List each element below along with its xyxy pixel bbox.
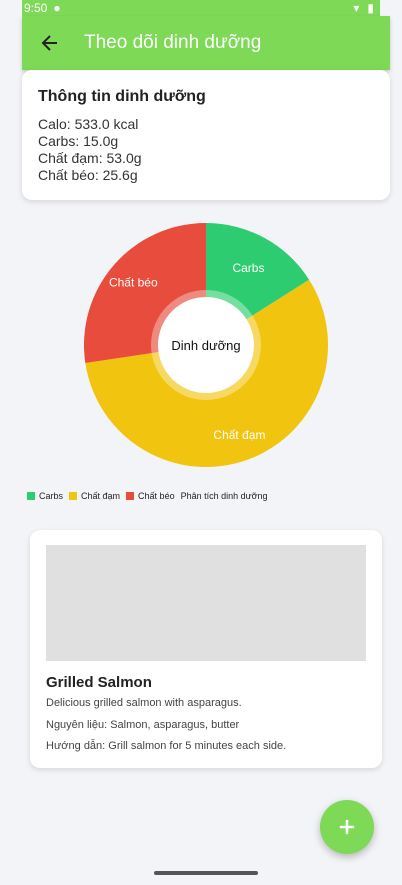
nutrition-pie-chart: Carbs Chất đạm Chất béo Dinh dưỡng (0, 215, 402, 475)
pie-chart-svg: Carbs Chất đạm Chất béo Dinh dưỡng (84, 223, 329, 467)
wifi-icon: ▾ (353, 1, 360, 15)
app-bar: Theo dõi dinh dưỡng (22, 16, 390, 70)
battery-icon: ▮ (367, 1, 374, 15)
pie-slice-label-2: Chất béo (109, 275, 158, 289)
legend-label-carbs: Carbs (39, 491, 64, 501)
arrow-left-icon (41, 35, 57, 51)
protein-text: Chất đạm: 53.0g (38, 150, 142, 166)
legend-swatch-carbs (27, 492, 35, 500)
plus-icon (339, 819, 355, 835)
status-bar: 9:50 ● ▾ ▮ (22, 0, 380, 16)
legend-swatch-protein (69, 492, 78, 500)
legend-item-fat: Chất béo (126, 491, 175, 501)
recipe-instructions: Hướng dẫn: Grill salmon for 5 minutes ea… (46, 740, 287, 752)
nutrition-card-title: Thông tin dinh dưỡng (38, 88, 206, 105)
recipe-ingredients: Nguyên liệu: Salmon, asparagus, butter (46, 719, 240, 731)
recipe-description: Delicious grilled salmon with asparagus. (46, 697, 242, 709)
recipe-image-placeholder (46, 545, 366, 661)
recipe-card[interactable]: Grilled Salmon Delicious grilled salmon … (30, 530, 382, 768)
pie-slice-label-0: Carbs (232, 261, 264, 275)
add-button[interactable] (320, 800, 374, 854)
calories-text: Calo: 533.0 kcal (38, 116, 139, 132)
status-time: 9:50 (24, 1, 48, 15)
carbs-text: Carbs: 15.0g (38, 133, 119, 149)
legend-label-protein: Chất đạm (81, 491, 121, 501)
fat-text: Chất béo: 25.6g (38, 167, 138, 183)
pie-slice-label-1: Chất đạm (213, 428, 265, 442)
nutrition-info-card: Thông tin dinh dưỡng Calo: 533.0 kcal Ca… (22, 70, 390, 200)
legend-label-fat: Chất béo (138, 491, 175, 501)
legend-item-carbs: Carbs (27, 491, 63, 501)
home-indicator (154, 871, 258, 875)
app-bar-title: Theo dõi dinh dưỡng (84, 32, 262, 53)
back-button[interactable] (26, 33, 74, 53)
legend-item-protein: Chất đạm (69, 491, 120, 501)
recipe-title: Grilled Salmon (46, 674, 152, 691)
legend-swatch-fat (126, 492, 135, 500)
legend-title: Phân tích dinh dưỡng (180, 491, 268, 501)
chart-legend: Carbs Chất đạm Chất béo Phân tích dinh d… (27, 491, 268, 501)
donut-center-label: Dinh dưỡng (171, 338, 240, 353)
notification-icon: ● (53, 1, 61, 15)
